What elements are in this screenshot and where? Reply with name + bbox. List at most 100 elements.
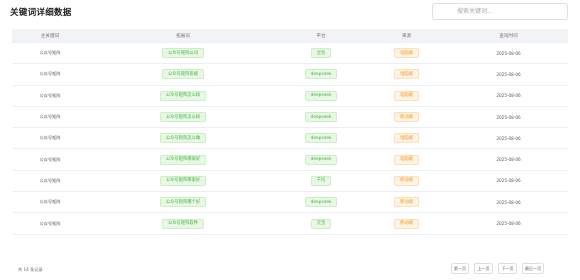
main-keyword-cell: 公众号矩阵 [12, 71, 88, 77]
query-time-cell: 2025-08-06 [449, 93, 568, 98]
expand-keyword-cell: 公众号矩阵软件 [88, 218, 278, 229]
platform-cell: deepseek [278, 69, 364, 80]
query-time-cell: 2025-08-06 [449, 115, 568, 120]
column-header-main-keyword: 主关键词 [40, 33, 60, 39]
prev-page-button[interactable]: 上一页 [474, 263, 493, 274]
platform-tag: deepseek [304, 112, 338, 123]
source-tag: 电脑端 [394, 90, 419, 101]
total-records: 共 14 条记录 [18, 267, 43, 272]
expand-keyword-tag: 公众号矩阵哪家好 [159, 154, 207, 165]
expand-keyword-tag: 公众号矩阵哪家好 [159, 175, 207, 186]
query-time-cell: 2025-08-06 [449, 178, 568, 183]
platform-tag: deepseek [304, 90, 338, 101]
query-time-text: 2025-08-06 [496, 157, 521, 163]
pagination: 第一页 上一页 下一页 最后一页 [451, 263, 544, 274]
platform-tag: 豆包 [310, 48, 332, 59]
query-time-cell: 2025-08-06 [449, 200, 568, 205]
platform-cell: deepseek [278, 154, 364, 165]
main-keyword-text: 公众号矩阵 [39, 92, 61, 98]
query-time-cell: 2025-08-06 [449, 221, 568, 226]
expand-keyword-cell: 公众号矩阵公司 [88, 48, 278, 59]
source-tag: 电脑端 [394, 133, 419, 144]
main-keyword-cell: 公众号矩阵 [12, 135, 88, 141]
query-time-text: 2025-08-06 [496, 178, 521, 184]
search-input[interactable] [433, 4, 567, 19]
source-tag: 电脑端 [394, 48, 419, 59]
column-header-platform: 平台 [316, 33, 326, 39]
table-row: 公众号矩阵 公众号矩阵哪家好 千问 移动端 2025-08-06 [12, 171, 568, 193]
platform-cell: 元宝 [278, 218, 364, 229]
table-row: 公众号矩阵 公众号矩阵怎么做 deepseek 电脑端 2025-08-06 [12, 128, 568, 150]
expand-keyword-cell: 公众号矩阵哪家好 [88, 175, 278, 186]
platform-tag: deepseek [304, 133, 338, 144]
table-row: 公众号矩阵 公众号矩阵哪家好 deepseek 电脑端 2025-08-06 [12, 149, 568, 171]
platform-tag: deepseek [304, 154, 338, 165]
source-tag: 电脑端 [394, 154, 419, 165]
platform-cell: deepseek [278, 197, 364, 208]
query-time-text: 2025-08-06 [496, 135, 521, 141]
page-header: 关键词详细数据 [0, 0, 580, 28]
table-row: 公众号矩阵 公众号矩阵怎么样 deepseek 移动端 2025-08-06 [12, 107, 568, 129]
column-header-expand-keyword: 拓展词 [176, 33, 190, 39]
platform-tag: deepseek [304, 69, 338, 80]
source-tag: 移动端 [394, 112, 419, 123]
source-cell: 电脑端 [364, 69, 449, 80]
first-page-button[interactable]: 第一页 [451, 263, 469, 274]
main-keyword-cell: 公众号矩阵 [12, 178, 88, 184]
query-time-cell: 2025-08-06 [449, 157, 568, 162]
table-row: 公众号矩阵 公众号矩阵系统 deepseek 电脑端 2025-08-06 [12, 64, 568, 86]
source-cell: 电脑端 [364, 154, 449, 165]
main-keyword-text: 公众号矩阵 [39, 135, 61, 141]
query-time-text: 2025-08-06 [496, 71, 521, 77]
query-time-cell: 2025-08-06 [449, 136, 568, 141]
platform-tag: 元宝 [310, 218, 332, 229]
source-cell: 移动端 [364, 175, 449, 186]
platform-cell: deepseek [278, 112, 364, 123]
next-page-button[interactable]: 下一页 [498, 263, 517, 274]
page-title: 关键词详细数据 [10, 8, 72, 18]
source-cell: 电脑端 [364, 48, 449, 59]
main-keyword-text: 公众号矩阵 [39, 50, 61, 56]
expand-keyword-tag: 公众号矩阵怎么样 [159, 90, 207, 101]
query-time-text: 2025-08-06 [496, 221, 521, 227]
main-keyword-text: 公众号矩阵 [39, 156, 61, 162]
expand-keyword-tag: 公众号矩阵系统 [161, 69, 205, 80]
expand-keyword-tag: 公众号矩阵怎么样 [159, 112, 207, 123]
main-keyword-text: 公众号矩阵 [39, 220, 61, 226]
table-row: 公众号矩阵 公众号矩阵软件 元宝 移动端 2025-08-06 [12, 213, 568, 235]
keyword-table: 主关键词 拓展词 平台 来源 查询时间 公众号矩阵 公众号矩阵公司 豆包 电脑端 202… [12, 29, 568, 235]
query-time-text: 2025-08-06 [496, 114, 521, 120]
source-cell: 移动端 [364, 112, 449, 123]
platform-cell: deepseek [278, 90, 364, 101]
last-page-button[interactable]: 最后一页 [522, 263, 544, 274]
source-cell: 电脑端 [364, 90, 449, 101]
main-keyword-text: 公众号矩阵 [39, 114, 61, 120]
main-keyword-cell: 公众号矩阵 [12, 114, 88, 120]
column-header-query-time: 查询时间 [499, 33, 518, 39]
source-tag: 移动端 [394, 197, 419, 208]
main-keyword-text: 公众号矩阵 [39, 199, 61, 205]
main-keyword-cell: 公众号矩阵 [12, 221, 88, 227]
expand-keyword-cell: 公众号矩阵哪个好 [88, 197, 278, 208]
column-header-source: 来源 [401, 33, 412, 39]
table-row: 公众号矩阵 公众号矩阵怎么样 deepseek 电脑端 2025-08-06 [12, 86, 568, 107]
query-time-cell: 2025-08-06 [449, 72, 568, 77]
query-time-text: 2025-08-06 [496, 50, 521, 56]
platform-tag: 千问 [310, 175, 332, 186]
expand-keyword-cell: 公众号矩阵哪家好 [88, 154, 278, 165]
expand-keyword-tag: 公众号矩阵怎么做 [159, 133, 207, 144]
source-tag: 移动端 [394, 175, 419, 186]
table-header: 主关键词 拓展词 平台 来源 查询时间 [12, 29, 568, 43]
query-time-text: 2025-08-06 [496, 93, 521, 99]
source-cell: 移动端 [364, 218, 449, 229]
main-keyword-cell: 公众号矩阵 [12, 93, 88, 99]
expand-keyword-cell: 公众号矩阵怎么样 [88, 90, 278, 101]
main-keyword-cell: 公众号矩阵 [12, 199, 88, 205]
search-box[interactable] [432, 3, 568, 20]
source-tag: 电脑端 [394, 69, 419, 80]
platform-tag: deepseek [304, 197, 338, 208]
query-time-text: 2025-08-06 [496, 199, 521, 205]
table-body: 公众号矩阵 公众号矩阵公司 豆包 电脑端 2025-08-06 公众号矩阵 公众号矩阵系统 d… [12, 43, 568, 235]
expand-keyword-cell: 公众号矩阵系统 [88, 69, 278, 80]
expand-keyword-tag: 公众号矩阵哪个好 [159, 197, 207, 208]
